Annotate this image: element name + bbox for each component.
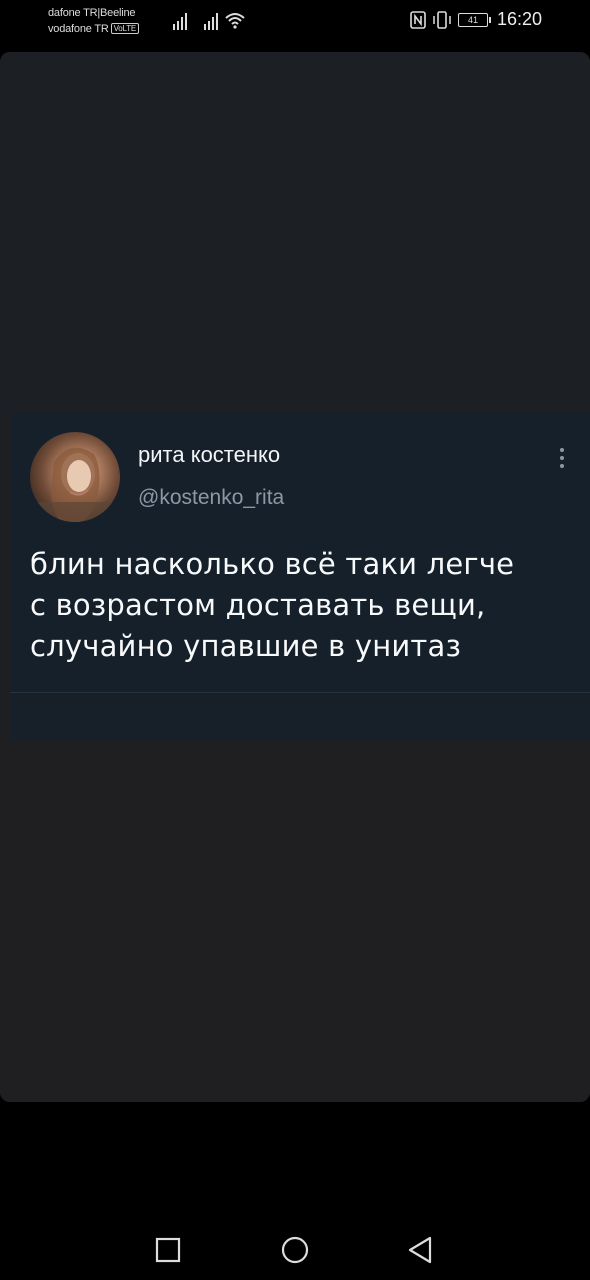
- carrier-line-2-text: vodafone TR: [48, 23, 109, 35]
- signal-icon: [204, 13, 218, 30]
- display-name[interactable]: рита костенко: [138, 442, 280, 468]
- navigation-bar: [0, 1102, 590, 1280]
- image-top-area: [0, 52, 590, 414]
- tweet-text: блин насколько всё таки легче с возрасто…: [30, 544, 570, 667]
- back-button[interactable]: [400, 1230, 440, 1270]
- clock: 16:20: [496, 9, 542, 29]
- circle-icon: [281, 1236, 309, 1264]
- recent-apps-button[interactable]: [148, 1230, 188, 1270]
- tweet-text-line: блин насколько всё таки легче: [30, 547, 515, 581]
- carrier-line-1: dafone TR|Beeline: [48, 7, 136, 19]
- tweet-text-line: с возрастом доставать вещи,: [30, 588, 486, 622]
- signal-icon: [173, 13, 187, 30]
- wifi-icon: [225, 13, 245, 29]
- screenshot-image: рита костенко @kostenko_rita блин наскол…: [0, 52, 590, 1102]
- triangle-back-icon: [408, 1236, 432, 1264]
- user-handle[interactable]: @kostenko_rita: [138, 486, 284, 510]
- tweet-text-line: случайно упавшие в унитаз: [30, 629, 462, 663]
- vibrate-icon: [433, 10, 451, 29]
- volte-badge: VoLTE: [110, 23, 140, 34]
- tweet-footer-strip: [10, 692, 590, 741]
- square-icon: [155, 1237, 181, 1263]
- carrier-info: dafone TR|Beeline vodafone TR VoLTE: [48, 5, 140, 37]
- battery-level: 41: [457, 12, 488, 27]
- status-right-group: 41 16:20: [410, 9, 542, 30]
- battery-icon: 41: [457, 12, 491, 27]
- carrier-line-2: vodafone TR VoLTE: [48, 21, 140, 37]
- status-bar: dafone TR|Beeline vodafone TR VoLTE 41 1…: [0, 0, 590, 48]
- more-vertical-icon[interactable]: [558, 446, 566, 470]
- avatar: [30, 432, 120, 522]
- image-bottom-area: [0, 742, 590, 1102]
- nfc-icon: [410, 10, 426, 29]
- home-button[interactable]: [275, 1230, 315, 1270]
